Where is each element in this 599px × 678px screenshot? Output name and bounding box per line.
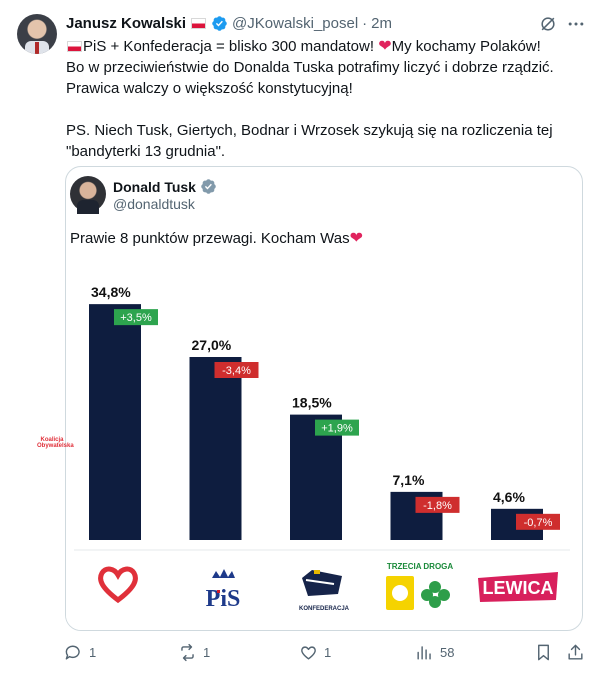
pis-logo: PiS	[206, 569, 241, 612]
post-actions: 1 1 1 58	[0, 643, 599, 667]
change-label: +3,5%	[120, 312, 152, 324]
lewica-text: LEWICA	[483, 578, 554, 598]
bar-value-label: 34,8%	[91, 284, 131, 300]
change-label: -1,8%	[423, 500, 452, 512]
trzecia-droga-text: TRZECIA DROGA	[387, 562, 454, 571]
author-handle[interactable]: @JKowalski_posel	[232, 15, 358, 32]
views-count: 58	[440, 645, 455, 660]
reply-button[interactable]: 1	[64, 643, 96, 662]
quoted-post[interactable]: Donald Tusk @donaldtusk Prawie 8 punktów…	[65, 166, 583, 631]
heart-emoji-icon: ❤	[349, 230, 363, 247]
bookmark-icon	[538, 644, 549, 661]
reply-count: 1	[89, 645, 97, 660]
bar-value-label: 27,0%	[192, 337, 232, 353]
party-logos: PiS KONFEDERACJA TRZECIA DROGA LEWICA	[66, 560, 578, 630]
reply-icon	[65, 645, 80, 660]
post-header: Janusz Kowalski @JKowalski_posel · 2m	[66, 13, 392, 33]
post-line-1a: PiS + Konfederacja = blisko 300 mandatow…	[83, 38, 375, 55]
quoted-author-avatar	[70, 176, 106, 214]
trzecia-droga-logo: TRZECIA DROGA	[386, 562, 454, 610]
repost-count: 1	[203, 645, 211, 660]
quoted-text-body: Prawie 8 punktów przewagi. Kocham Was	[70, 230, 350, 247]
quoted-author-row: Donald Tusk	[113, 178, 217, 195]
share-button[interactable]	[566, 643, 585, 662]
pis-text: PiS	[206, 586, 241, 612]
quoted-author-handle: @donaldtusk	[113, 196, 195, 212]
bar-pis	[189, 357, 242, 540]
repost-button[interactable]: 1	[178, 643, 210, 662]
separator-dot: ·	[362, 14, 368, 32]
share-icon	[568, 644, 583, 660]
quoted-author-name: Donald Tusk	[113, 178, 196, 195]
poland-flag-icon	[67, 41, 82, 52]
lewica-logo: LEWICA	[478, 572, 558, 602]
post-line-3: Prawica walczy o większość konstytucyjną…	[66, 80, 353, 97]
post-text: PiS + Konfederacja = blisko 300 mandatow…	[66, 36, 586, 162]
change-label: -0,7%	[524, 517, 553, 529]
bar-value-label: 7,1%	[393, 472, 425, 488]
post-line-5: "bandyterki 13 grudnia".	[66, 143, 226, 160]
post-line-2: Bo w przeciwieństwie do Donalda Tuska po…	[66, 59, 554, 76]
author-name[interactable]: Janusz Kowalski	[66, 15, 186, 32]
grok-icon[interactable]	[538, 14, 558, 34]
ko-heart-icon	[98, 566, 138, 604]
poll-chart: 34,8% +3,5% 27,0% -3,4% 18,5% +1,9% 7,1% -1,8% 4…	[66, 258, 578, 630]
bar-value-label: 18,5%	[292, 395, 332, 411]
views-icon	[417, 646, 431, 660]
quoted-text: Prawie 8 punktów przewagi. Kocham Was❤	[70, 228, 363, 248]
poland-flag-icon	[191, 17, 207, 29]
repost-icon	[181, 643, 194, 662]
bar-ko	[89, 304, 141, 540]
author-avatar[interactable]	[17, 14, 57, 54]
konfederacja-text: KONFEDERACJA	[299, 606, 350, 612]
ko-logo-text: Koalicja Obywatelska	[37, 437, 74, 449]
like-count: 1	[324, 645, 332, 660]
verified-icon	[201, 179, 216, 194]
more-icon[interactable]	[566, 14, 586, 34]
konfederacja-logo: KONFEDERACJA	[299, 570, 350, 612]
post-line-4: PS. Niech Tusk, Giertych, Bodnar i Wrzos…	[66, 122, 553, 139]
change-label: -3,4%	[222, 365, 251, 377]
heart-emoji-icon: ❤	[378, 38, 392, 55]
like-button[interactable]: 1	[299, 643, 331, 662]
like-icon	[301, 646, 316, 660]
bar-value-label: 4,6%	[493, 489, 525, 505]
verified-icon	[212, 15, 227, 31]
bookmark-button[interactable]	[534, 643, 553, 662]
post-time[interactable]: 2m	[371, 15, 392, 32]
change-label: +1,9%	[321, 423, 353, 435]
views-button[interactable]: 58	[415, 643, 454, 662]
post-line-1b: My kochamy Polaków!	[391, 38, 541, 55]
